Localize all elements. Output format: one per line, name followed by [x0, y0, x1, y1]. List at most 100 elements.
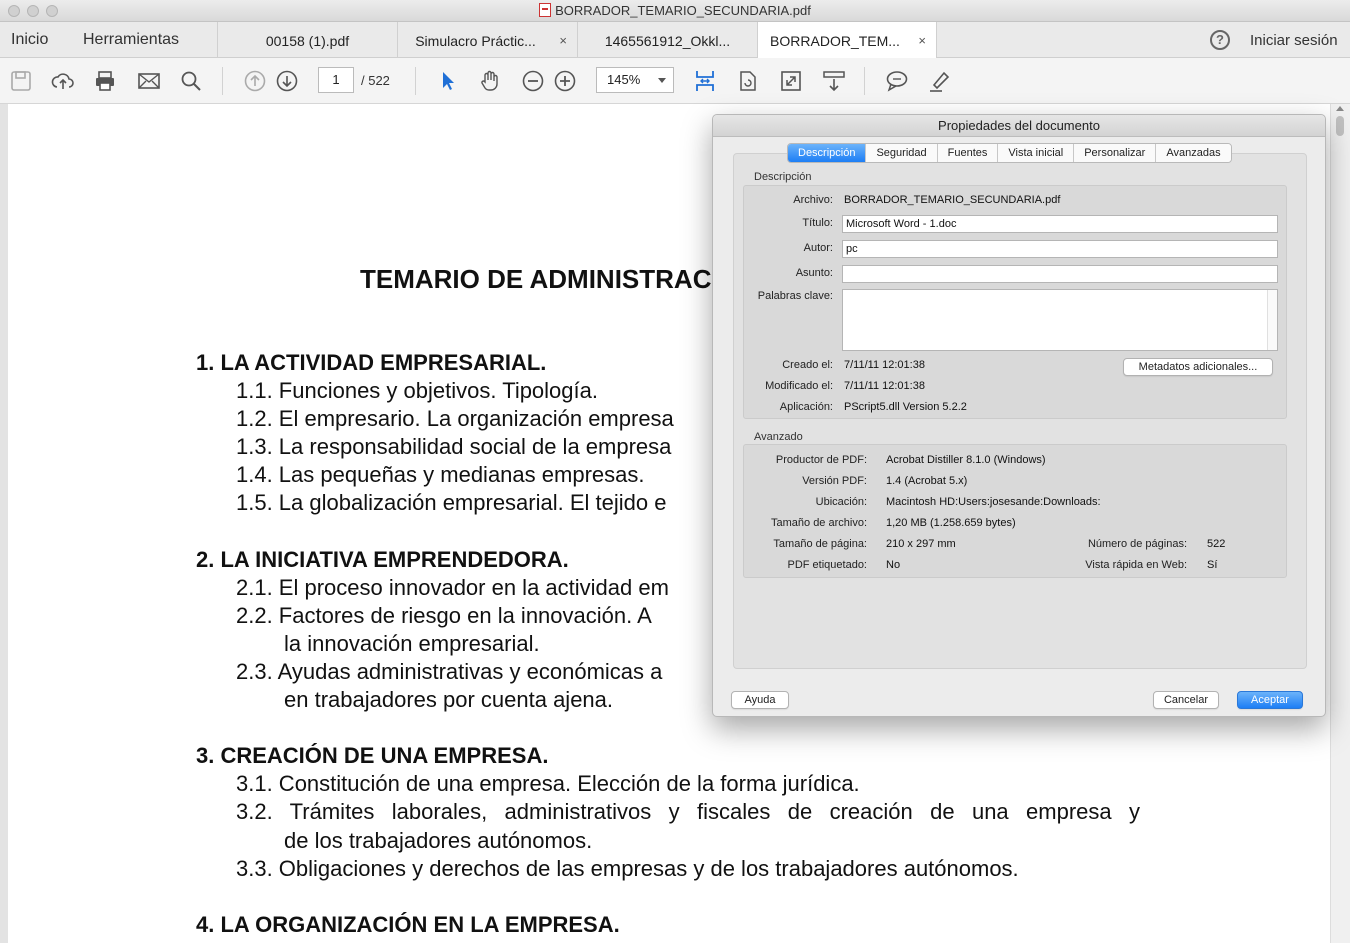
- upload-icon[interactable]: [51, 69, 75, 93]
- tab-descripcion[interactable]: Descripción: [788, 144, 867, 162]
- document-line: 1.1. Funciones y objetivos. Tipología.: [236, 378, 598, 403]
- page-total: / 522: [361, 73, 390, 88]
- version-pdf-label: Versión PDF:: [802, 475, 867, 487]
- document-line: 3.2. Trámites laborales, administrativos…: [236, 799, 1140, 824]
- tab-seguridad[interactable]: Seguridad: [866, 144, 938, 162]
- comment-icon[interactable]: [885, 69, 909, 93]
- tab-row: Inicio Herramientas 00158 (1).pdf Simula…: [0, 22, 1350, 59]
- document-line: 1.3. La responsabilidad social de la emp…: [236, 434, 672, 459]
- tamano-archivo-value: 1,20 MB (1.258.659 bytes): [886, 517, 1016, 529]
- metadata-button[interactable]: Metadatos adicionales...: [1123, 358, 1273, 376]
- zoom-select[interactable]: 145%: [596, 67, 674, 93]
- archivo-value: BORRADOR_TEMARIO_SECUNDARIA.pdf: [844, 194, 1061, 206]
- save-icon[interactable]: [9, 69, 33, 93]
- vista-rapida-label: Vista rápida en Web:: [1085, 559, 1187, 571]
- document-line: 1.2. El empresario. La organización empr…: [236, 406, 674, 431]
- version-pdf-value: 1.4 (Acrobat 5.x): [886, 475, 968, 487]
- window-title: BORRADOR_TEMARIO_SECUNDARIA.pdf: [0, 3, 1350, 18]
- chevron-down-icon: [658, 78, 666, 83]
- select-pointer-icon[interactable]: [436, 69, 460, 93]
- tab-close-icon[interactable]: ×: [559, 33, 567, 48]
- highlight-icon[interactable]: [928, 69, 952, 93]
- search-icon[interactable]: [179, 69, 203, 93]
- rotate-icon[interactable]: [736, 69, 760, 93]
- page-down-icon[interactable]: [275, 69, 299, 93]
- toolbar: 1 / 522 145%: [0, 58, 1350, 104]
- advanced-section-label: Avanzado: [754, 431, 803, 443]
- tab-document-4-active[interactable]: BORRADOR_TEM... ×: [757, 22, 937, 59]
- tab-label: Simulacro Práctic...: [415, 33, 536, 49]
- document-line: 2. LA INICIATIVA EMPRENDEDORA.: [196, 547, 569, 572]
- tab-label: 00158 (1).pdf: [265, 33, 350, 49]
- titulo-label: Título:: [802, 217, 833, 229]
- document-title: TEMARIO DE ADMINISTRAC: [360, 264, 712, 294]
- num-paginas-label: Número de páginas:: [1087, 538, 1187, 550]
- left-panel-edge[interactable]: [0, 104, 8, 943]
- scroll-mode-icon[interactable]: [822, 69, 846, 93]
- palabras-clave-field[interactable]: [842, 289, 1278, 351]
- hand-icon[interactable]: [478, 69, 502, 93]
- mail-icon[interactable]: [137, 69, 161, 93]
- scroll-up-icon[interactable]: [1336, 106, 1344, 111]
- help-button[interactable]: Ayuda: [731, 691, 789, 709]
- document-line: de los trabajadores autónomos.: [284, 828, 593, 853]
- window-title-text: BORRADOR_TEMARIO_SECUNDARIA.pdf: [555, 3, 811, 18]
- document-line: 3.1. Constitución de una empresa. Elecci…: [236, 771, 860, 796]
- pdf-file-icon: [539, 3, 552, 17]
- tab-avanzadas[interactable]: Avanzadas: [1156, 144, 1231, 162]
- archivo-label: Archivo:: [793, 194, 833, 206]
- textarea-scrollbar[interactable]: [1267, 290, 1277, 350]
- autor-field[interactable]: pc: [842, 240, 1278, 258]
- palabras-clave-label: Palabras clave:: [757, 290, 833, 302]
- creado-label: Creado el:: [782, 359, 833, 371]
- document-line: 3. CREACIÓN DE UNA EMPRESA.: [196, 743, 549, 768]
- toolbar-separator: [864, 67, 865, 95]
- page-up-icon[interactable]: [243, 69, 267, 93]
- ok-button[interactable]: Aceptar: [1237, 691, 1303, 709]
- aplicacion-value: PScript5.dll Version 5.2.2: [844, 401, 967, 413]
- document-line: 2.2. Factores de riesgo en la innovación…: [236, 603, 652, 628]
- tamano-archivo-label: Tamaño de archivo:: [771, 517, 867, 529]
- document-line: 2.3. Ayudas administrativas y económicas…: [236, 659, 663, 684]
- print-icon[interactable]: [93, 69, 117, 93]
- asunto-field[interactable]: [842, 265, 1278, 283]
- help-icon[interactable]: ?: [1210, 30, 1230, 50]
- toolbar-separator: [415, 67, 416, 95]
- tab-fuentes[interactable]: Fuentes: [937, 144, 999, 162]
- tools-link[interactable]: Herramientas: [83, 31, 179, 49]
- document-properties-dialog: Propiedades del documento Descripción Se…: [712, 114, 1326, 717]
- page-number-input[interactable]: 1: [318, 67, 354, 93]
- scroll-thumb[interactable]: [1336, 116, 1344, 136]
- document-line: 2.1. El proceso innovador en la activida…: [236, 575, 669, 600]
- document-line: 4. LA ORGANIZACIÓN EN LA EMPRESA.: [196, 912, 620, 937]
- tab-document-2[interactable]: Simulacro Práctic... ×: [397, 22, 577, 58]
- document-line: 1.5. La globalización empresarial. El te…: [236, 490, 667, 515]
- home-link[interactable]: Inicio: [11, 31, 48, 49]
- vertical-scrollbar[interactable]: [1330, 104, 1350, 943]
- description-section-label: Descripción: [754, 171, 812, 183]
- vista-rapida-value: Sí: [1207, 559, 1218, 571]
- num-paginas-value: 522: [1207, 538, 1226, 550]
- aplicacion-label: Aplicación:: [779, 401, 833, 413]
- tab-close-icon[interactable]: ×: [918, 33, 926, 48]
- zoom-out-icon[interactable]: [521, 69, 545, 93]
- zoom-value: 145%: [607, 72, 641, 87]
- dialog-title: Propiedades del documento: [713, 115, 1325, 137]
- productor-value: Acrobat Distiller 8.1.0 (Windows): [886, 454, 1046, 466]
- dialog-tab-bar: Descripción Seguridad Fuentes Vista inic…: [787, 143, 1232, 163]
- tab-personalizar[interactable]: Personalizar: [1074, 144, 1157, 162]
- ubicacion-label: Ubicación:: [815, 496, 867, 508]
- titulo-field[interactable]: Microsoft Word - 1.doc: [842, 215, 1278, 233]
- document-line: 3.3. Obligaciones y derechos de las empr…: [236, 856, 1019, 881]
- fullscreen-icon[interactable]: [779, 69, 803, 93]
- window-title-bar: BORRADOR_TEMARIO_SECUNDARIA.pdf: [0, 0, 1350, 22]
- zoom-in-icon[interactable]: [553, 69, 577, 93]
- sign-in-link[interactable]: Iniciar sesión: [1250, 32, 1338, 49]
- cancel-button[interactable]: Cancelar: [1153, 691, 1219, 709]
- tamano-pagina-label: Tamaño de página:: [773, 538, 867, 550]
- autor-label: Autor:: [803, 242, 833, 254]
- fit-width-icon[interactable]: [693, 69, 717, 93]
- tab-document-3[interactable]: 1465561912_Okkl...: [577, 22, 757, 58]
- tab-document-1[interactable]: 00158 (1).pdf: [217, 22, 397, 58]
- tab-vista-inicial[interactable]: Vista inicial: [998, 144, 1075, 162]
